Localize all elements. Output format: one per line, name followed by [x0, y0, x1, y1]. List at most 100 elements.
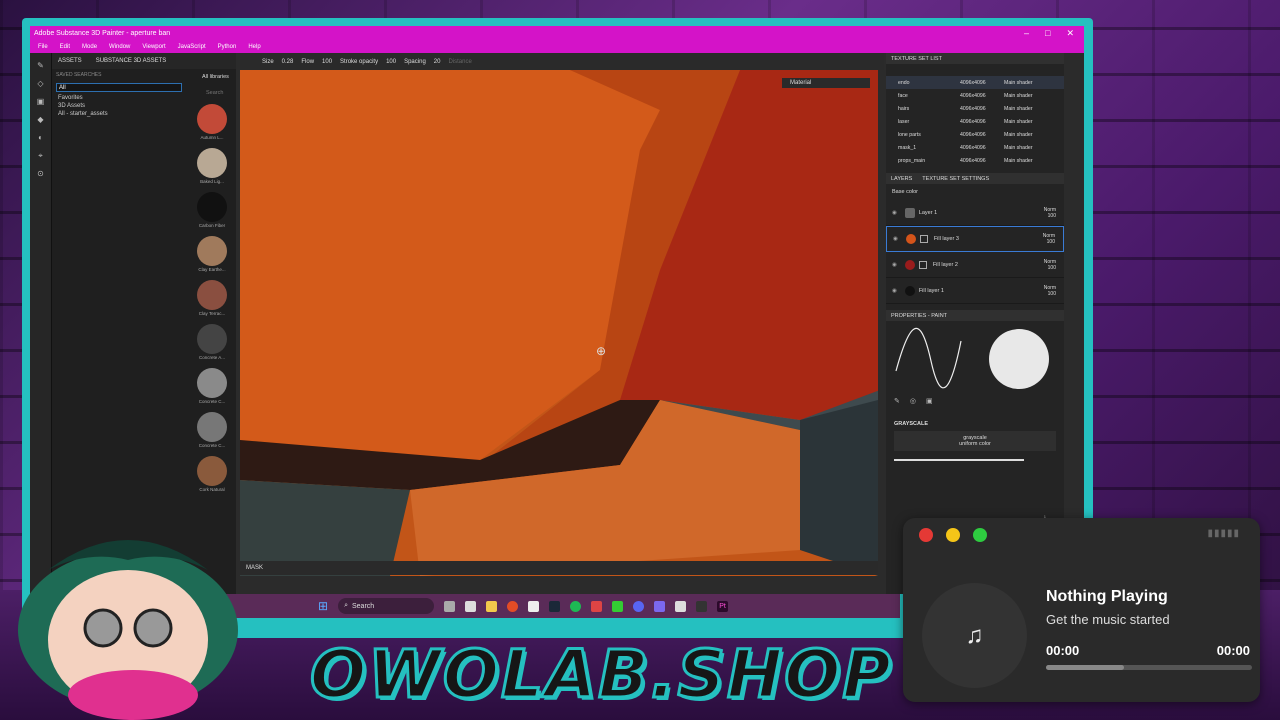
asset-thumb[interactable] [197, 236, 227, 266]
material-select[interactable]: Material [782, 78, 870, 88]
material-tab-icon[interactable]: ◎ [910, 397, 916, 411]
asset-thumb[interactable] [197, 104, 227, 134]
eye-icon[interactable]: ◉ [892, 210, 897, 216]
mask-label[interactable]: MASK [246, 565, 263, 571]
layer-stack: ◉ Layer 1 Norm 100 ◉ Fill layer 3 Norm 100… [886, 200, 1064, 304]
taskbar-search[interactable]: ⌕ Search [338, 598, 435, 614]
texture-set-list-header: TEXTURE SET LIST [886, 53, 1064, 64]
capcut-icon[interactable] [528, 600, 540, 612]
asset-thumb[interactable] [197, 148, 227, 178]
texture-set-row[interactable]: lone parts 4096x4096 Main shader [886, 128, 1064, 141]
menu-file[interactable]: File [38, 44, 48, 50]
stroke-opacity-value[interactable]: 100 [386, 59, 396, 65]
asset-thumb[interactable] [197, 324, 227, 354]
minimize-dot[interactable] [946, 528, 960, 542]
3d-viewport[interactable]: Material ⊕ [240, 70, 878, 576]
picker-icon[interactable]: ⊙ [35, 169, 47, 179]
smudge-icon[interactable]: ◐ [35, 133, 47, 143]
steam-icon[interactable] [465, 600, 477, 612]
alpha-tab-icon[interactable]: ▣ [926, 397, 933, 411]
texture-set-row[interactable]: face 4096x4096 Main shader [886, 89, 1064, 102]
texture-set-row[interactable]: mask_1 4096x4096 Main shader [886, 141, 1064, 154]
eye-icon[interactable]: ◉ [892, 262, 897, 268]
grayscale-slider[interactable] [894, 459, 1024, 461]
asset-thumb[interactable] [197, 412, 227, 442]
texture-set-row[interactable]: hairs 4096x4096 Main shader [886, 102, 1064, 115]
asset-label: Cork Natural [199, 487, 225, 492]
eye-icon[interactable]: ◉ [893, 236, 898, 242]
saved-search-field[interactable]: All [56, 83, 182, 92]
app-icon-4[interactable] [696, 600, 708, 612]
obs-icon[interactable] [591, 600, 603, 612]
polyfill-icon[interactable]: ◆ [35, 115, 47, 125]
chrome-icon[interactable] [507, 600, 519, 612]
app-icon-3[interactable] [675, 600, 687, 612]
steam-app-icon[interactable] [549, 600, 561, 612]
brush-tab-icon[interactable]: ✎ [894, 397, 900, 411]
task-view-icon[interactable] [444, 600, 456, 612]
tab-assets[interactable]: ASSETS [56, 58, 84, 64]
fill-swatch [904, 259, 915, 270]
asset-label: Carbon Fiber [198, 223, 226, 228]
app-icon[interactable] [612, 600, 624, 612]
painter-taskbar-icon[interactable]: Pt [717, 600, 729, 612]
maximize-dot[interactable] [973, 528, 987, 542]
asset-label: Concrete A... [198, 355, 225, 360]
spotify-icon[interactable] [570, 600, 582, 612]
property-tabs: ✎ ◎ ▣ [886, 397, 1064, 411]
eraser-icon[interactable]: ◇ [35, 79, 47, 89]
drag-handle-icon[interactable]: ▮▮▮▮▮ [1207, 528, 1240, 539]
asset-label: Clay Earthe... [198, 267, 226, 272]
progress-bar[interactable] [1046, 665, 1252, 670]
layer-row[interactable]: ◉ Fill layer 1 Norm 100 [886, 278, 1064, 304]
flow-value[interactable]: 100 [322, 59, 332, 65]
tab-texture-set-settings[interactable]: TEXTURE SET SETTINGS [922, 176, 989, 182]
music-widget: ▮▮▮▮▮ ♫ Nothing Playing Get the music st… [903, 518, 1260, 702]
projection-icon[interactable]: ▣ [35, 97, 47, 107]
discord-icon[interactable] [633, 600, 645, 612]
layer-row[interactable]: ◉ Layer 1 Norm 100 [886, 200, 1064, 226]
asset-thumb[interactable] [197, 192, 227, 222]
texture-set-row[interactable]: props_main 4096x4096 Main shader [886, 154, 1064, 167]
texture-set-row[interactable]: laser 4096x4096 Main shader [886, 115, 1064, 128]
time-total: 00:00 [1216, 643, 1250, 658]
close-dot[interactable] [919, 528, 933, 542]
start-icon[interactable]: ⊞ [318, 599, 328, 613]
track-title: Nothing Playing [1046, 588, 1168, 605]
clone-icon[interactable]: ⌖ [35, 151, 47, 161]
asset-search-input[interactable]: Search [186, 80, 238, 96]
menu-edit[interactable]: Edit [60, 44, 70, 50]
texture-set-row[interactable]: endo 4096x4096 Main shader [886, 76, 1064, 89]
fill-swatch [905, 234, 916, 244]
eye-icon[interactable]: ◉ [892, 288, 897, 294]
layer-row[interactable]: ◉ Fill layer 2 Norm 100 [886, 252, 1064, 278]
close-button[interactable]: ✕ [1066, 28, 1074, 39]
app-icon-2[interactable] [654, 600, 666, 612]
layer-row[interactable]: ◉ Fill layer 3 Norm 100 [886, 226, 1064, 252]
folder-icon[interactable] [486, 600, 498, 612]
menu-python[interactable]: Python [218, 44, 237, 50]
size-label: Size [262, 58, 274, 65]
tab-substance-3d-assets[interactable]: SUBSTANCE 3D ASSETS [94, 58, 169, 64]
asset-thumb[interactable] [197, 280, 227, 310]
grayscale-field[interactable]: grayscale uniform color [894, 431, 1056, 451]
minimize-button[interactable]: – [1024, 28, 1029, 39]
texture-set-toolbar [886, 64, 1064, 76]
menu-help[interactable]: Help [248, 44, 260, 50]
size-value[interactable]: 0.28 [282, 59, 294, 65]
menu-bar: File Edit Mode Window Viewport JavaScrip… [30, 40, 1084, 53]
brush-icon[interactable]: ✎ [35, 61, 47, 71]
asset-thumb[interactable] [197, 368, 227, 398]
menu-javascript[interactable]: JavaScript [178, 44, 206, 50]
model-render [240, 70, 878, 576]
spacing-value[interactable]: 20 [434, 59, 441, 65]
stroke-opacity-label: Stroke opacity [340, 58, 379, 65]
asset-thumb[interactable] [197, 456, 227, 486]
menu-viewport[interactable]: Viewport [142, 44, 165, 50]
menu-window[interactable]: Window [109, 44, 130, 50]
channel-select[interactable]: Base color [886, 184, 1064, 200]
menu-mode[interactable]: Mode [82, 44, 97, 50]
asset-label: Concrete C... [198, 399, 226, 404]
tab-layers[interactable]: LAYERS [891, 176, 912, 182]
maximize-button[interactable]: □ [1045, 28, 1050, 39]
